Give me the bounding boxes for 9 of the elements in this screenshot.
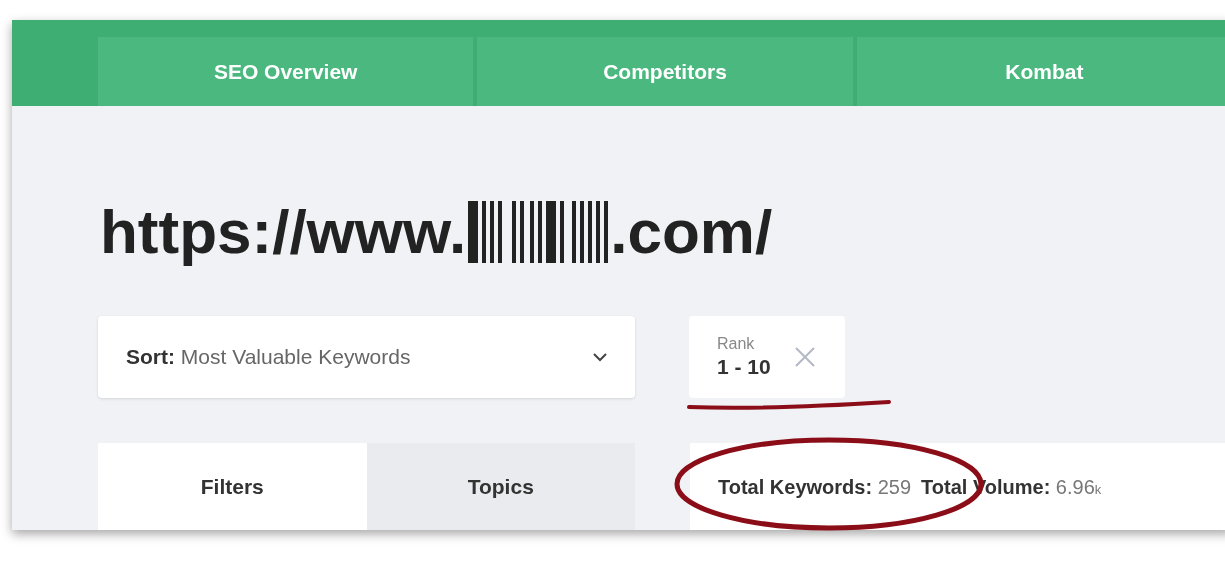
chip-value: 1 - 10 bbox=[717, 353, 771, 380]
chevron-down-icon bbox=[593, 352, 607, 362]
site-url: .com/ bbox=[610, 201, 773, 263]
chip-label: Rank bbox=[717, 333, 756, 354]
panel-tab[interactable]: Topics bbox=[366, 443, 635, 530]
close-icon[interactable] bbox=[792, 345, 817, 369]
sort-dropdown[interactable]: Sort: Most Valuable Keywords bbox=[98, 316, 635, 398]
panel-tab[interactable]: Filters bbox=[98, 443, 367, 530]
stat-text: Total Keywords: 259 bbox=[718, 474, 912, 500]
